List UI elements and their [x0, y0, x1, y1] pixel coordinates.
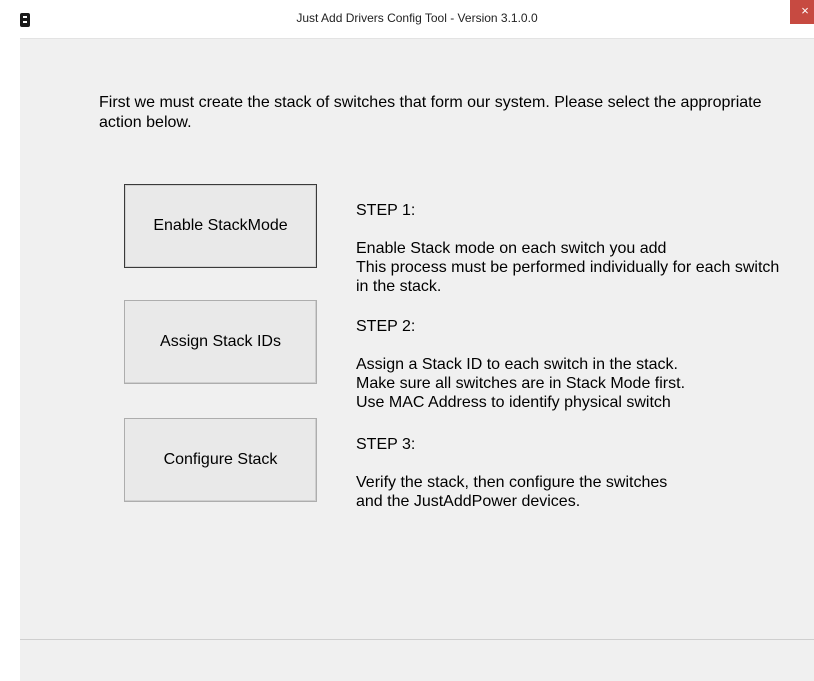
enable-stackmode-button-label: Enable StackMode [153, 217, 288, 234]
intro-text: First we must create the stack of switch… [99, 94, 762, 131]
close-button[interactable]: × [790, 0, 814, 24]
enable-stackmode-button[interactable]: Enable StackMode [124, 184, 317, 268]
step-3-heading: STEP 3: [356, 436, 416, 453]
main-panel: First we must create the stack of switch… [20, 38, 814, 681]
app-window: Just Add Drivers Config Tool - Version 3… [0, 0, 814, 681]
step-2-description: Assign a Stack ID to each switch in the … [356, 356, 686, 411]
step-1-info: STEP 1: Enable Stack mode on each switch… [356, 182, 796, 315]
step-2-info: STEP 2: Assign a Stack ID to each switch… [356, 298, 796, 431]
configure-stack-button-label: Configure Stack [163, 451, 278, 468]
title-bar[interactable]: Just Add Drivers Config Tool - Version 3… [0, 0, 814, 38]
step-3-description: Verify the stack, then configure the swi… [356, 474, 668, 510]
step-1-description: Enable Stack mode on each switch you add… [356, 240, 780, 295]
step-1-heading: STEP 1: [356, 202, 416, 219]
window-title: Just Add Drivers Config Tool - Version 3… [296, 11, 538, 25]
step-3-info: STEP 3: Verify the stack, then configure… [356, 416, 796, 530]
assign-stack-ids-button-label: Assign Stack IDs [160, 333, 281, 350]
status-divider [20, 639, 814, 640]
step-2-heading: STEP 2: [356, 318, 416, 335]
assign-stack-ids-button[interactable]: Assign Stack IDs [124, 300, 317, 384]
configure-stack-button[interactable]: Configure Stack [124, 418, 317, 502]
